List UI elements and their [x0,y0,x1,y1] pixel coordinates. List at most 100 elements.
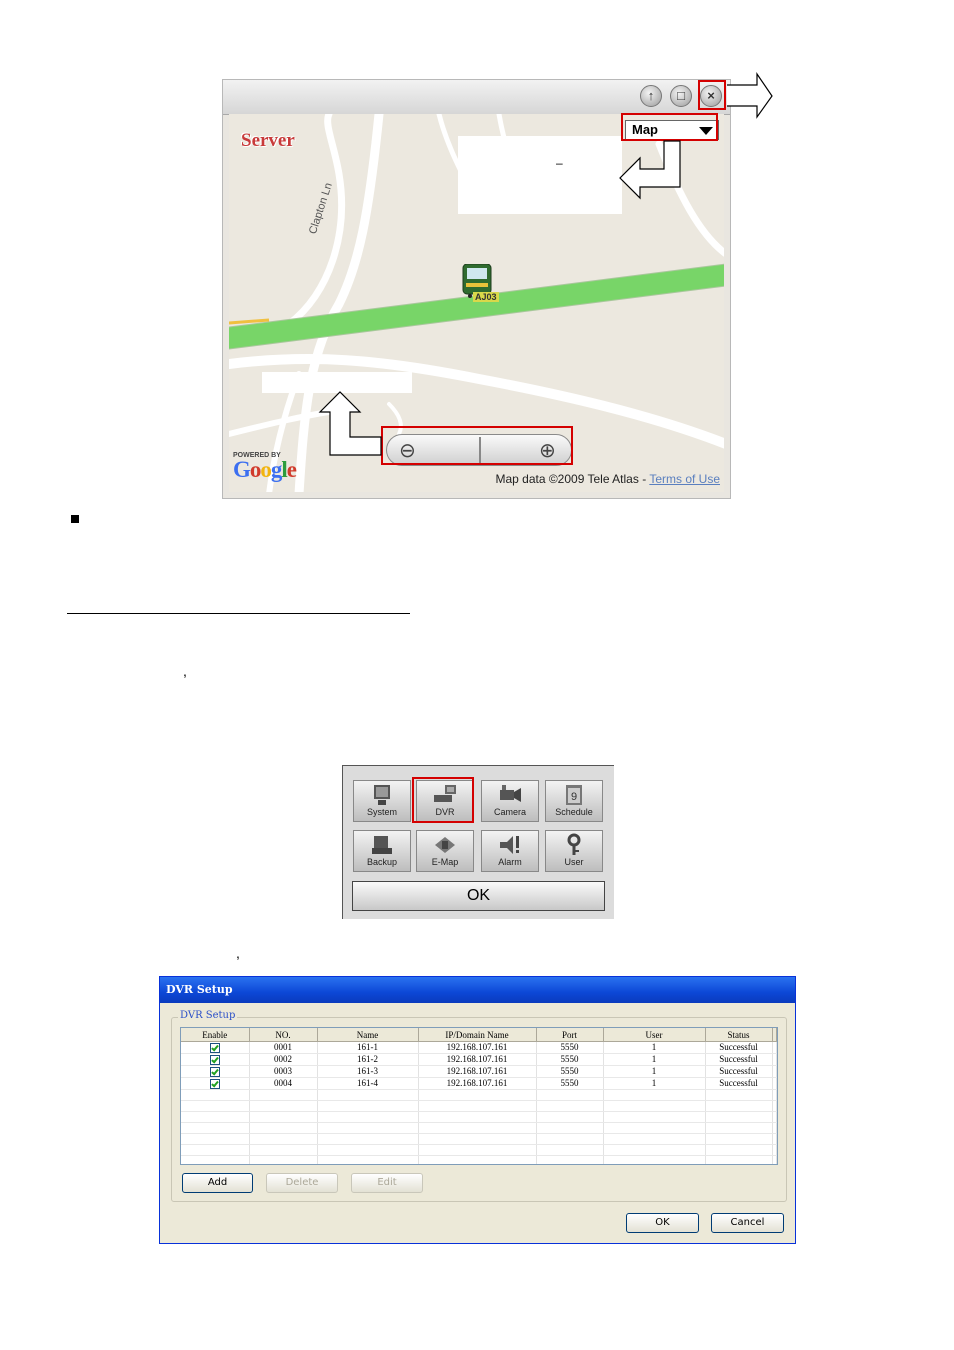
zoom-out-icon: ⊖ [399,440,416,462]
google-logo: POWERED BY Google [233,452,297,482]
user-cell: 1 [603,1065,706,1078]
table-row[interactable]: 0004 161-4 192.168.107.161 5550 1 Succes… [181,1077,777,1090]
zoom-in-button[interactable]: ⊕ [481,435,573,465]
map-type-value: Map [632,122,658,137]
table-header-row: Enable NO. Name IP/Domain Name Port User… [181,1028,777,1042]
col-header-port[interactable]: Port [536,1028,604,1042]
ok-button[interactable]: OK [626,1213,699,1233]
map-icon [435,837,455,853]
enable-checkbox[interactable] [209,1042,220,1053]
table-row-empty [181,1133,777,1145]
setup-alarm-button[interactable]: Alarm [481,830,539,872]
google-letter: o [249,457,261,482]
callout-box-zoom [262,372,412,393]
filler-cell [772,1065,777,1078]
col-header-status[interactable]: Status [705,1028,773,1042]
name-cell: 161-3 [317,1065,419,1078]
attribution-text: Map data ©2009 Tele Atlas - [495,472,650,486]
pin-icon[interactable]: ↑ [640,85,662,107]
section-underline [67,613,410,614]
map-canvas[interactable]: Server Clapton Ln AJ03 – Map ⊖ ⊕ POWERED… [229,114,724,492]
cancel-button[interactable]: Cancel [711,1213,784,1233]
no-cell: 0004 [249,1077,318,1090]
server-label: Server [241,130,295,151]
ip-cell: 192.168.107.161 [418,1041,537,1054]
calendar-icon: 9 [566,785,582,805]
ip-cell: 192.168.107.161 [418,1065,537,1078]
chevron-down-icon [699,127,713,135]
user-cell: 1 [603,1053,706,1066]
zoom-out-button[interactable]: ⊖ [387,435,479,465]
setup-emap-button[interactable]: E-Map [416,830,474,872]
google-letter: g [270,457,282,482]
setup-system-button[interactable]: System [353,780,411,822]
backup-icon [372,836,392,854]
col-header-name[interactable]: Name [317,1028,419,1042]
delete-button[interactable]: Delete [266,1173,338,1193]
setup-toolbar: System DVR Camera 9 Schedule Backup E-Ma… [342,765,614,919]
group-label: DVR Setup [178,1010,238,1021]
key-icon [567,833,581,855]
setup-backup-button[interactable]: Backup [353,830,411,872]
dvr-table-container[interactable]: Enable NO. Name IP/Domain Name Port User… [180,1027,778,1165]
dvr-icon [434,785,456,802]
setup-schedule-label: Schedule [555,807,593,817]
col-header-enable[interactable]: Enable [181,1028,250,1042]
enable-checkbox[interactable] [209,1066,220,1077]
dvr-setup-dialog: DVR Setup DVR Setup Enable NO. Name IP/D… [159,976,796,1244]
setup-dvr-label: DVR [435,807,455,817]
callout-box-map-type: – [458,136,622,214]
map-titlebar: ↑ □ × [223,80,730,115]
edit-button[interactable]: Edit [351,1173,423,1193]
google-wordmark: Google [233,457,297,482]
ip-cell: 192.168.107.161 [418,1077,537,1090]
comma-mark: , [236,945,240,961]
setup-backup-label: Backup [366,857,398,867]
svg-text:9: 9 [571,791,577,803]
enable-cell[interactable] [181,1065,250,1078]
user-cell: 1 [603,1077,706,1090]
status-cell: Successful [705,1065,773,1078]
close-icon[interactable]: × [700,85,722,107]
dvr-setup-group: DVR Setup Enable NO. Name IP/Domain Name… [171,1010,787,1202]
col-header-no[interactable]: NO. [249,1028,318,1042]
alarm-icon [500,836,519,854]
add-button[interactable]: Add [182,1173,253,1193]
camera-icon [500,785,521,802]
setup-dvr-button[interactable]: DVR [416,780,474,822]
zoom-in-icon: ⊕ [539,440,556,462]
col-header-user[interactable]: User [603,1028,706,1042]
port-cell: 5550 [536,1053,604,1066]
enable-checkbox[interactable] [209,1078,220,1089]
table-row[interactable]: 0003 161-3 192.168.107.161 5550 1 Succes… [181,1065,777,1078]
zoom-bar: ⊖ ⊕ [386,434,572,466]
table-row-empty [181,1111,777,1123]
setup-ok-button[interactable]: OK [352,881,605,911]
name-cell: 161-2 [317,1053,419,1066]
terms-of-use-link[interactable]: Terms of Use [649,472,720,486]
map-type-select[interactable]: Map [625,120,719,140]
filler-cell [772,1077,777,1090]
google-letter: o [260,457,271,482]
enable-cell[interactable] [181,1041,250,1054]
setup-alarm-label: Alarm [498,857,522,867]
enable-checkbox[interactable] [209,1054,220,1065]
setup-schedule-button[interactable]: 9 Schedule [545,780,603,822]
bullet-mark [71,515,79,523]
setup-camera-button[interactable]: Camera [481,780,539,822]
dvr-table: Enable NO. Name IP/Domain Name Port User… [181,1028,777,1164]
filler-cell [772,1041,777,1054]
maximize-icon[interactable]: □ [670,85,692,107]
enable-cell[interactable] [181,1077,250,1090]
port-cell: 5550 [536,1041,604,1054]
port-cell: 5550 [536,1065,604,1078]
ip-cell: 192.168.107.161 [418,1053,537,1066]
setup-user-button[interactable]: User [545,830,603,872]
map-attribution: Map data ©2009 Tele Atlas - Terms of Use [495,472,720,486]
col-header-filler [772,1028,777,1042]
table-row[interactable]: 0002 161-2 192.168.107.161 5550 1 Succes… [181,1053,777,1066]
table-row[interactable]: 0001 161-1 192.168.107.161 5550 1 Succes… [181,1041,777,1054]
col-header-ip[interactable]: IP/Domain Name [418,1028,537,1042]
google-letter: G [233,457,251,482]
enable-cell[interactable] [181,1053,250,1066]
